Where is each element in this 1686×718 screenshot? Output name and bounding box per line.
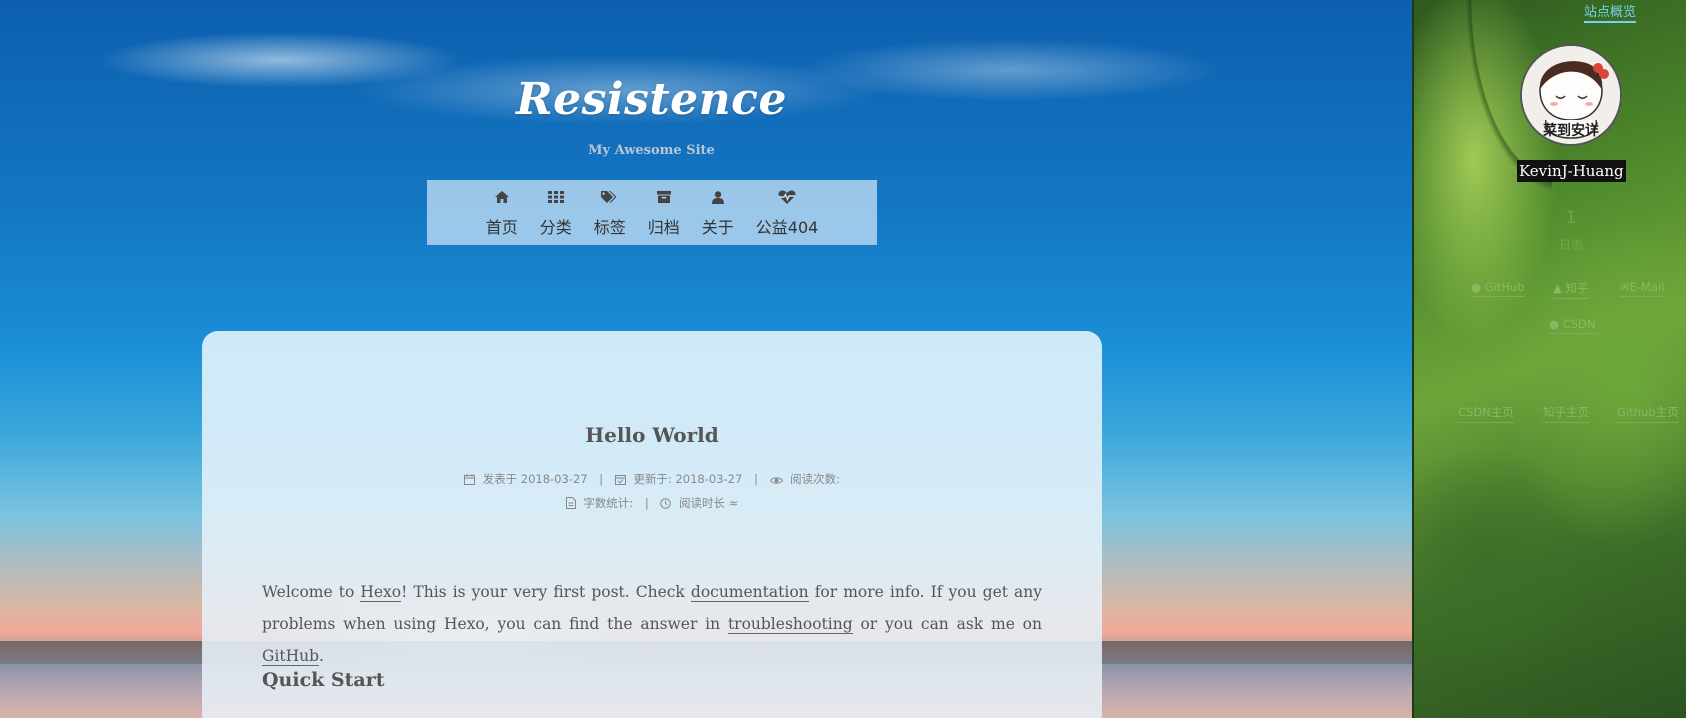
section-heading[interactable]: Quick Start <box>262 669 385 691</box>
user-icon <box>711 186 724 208</box>
menu-item-tags[interactable]: 标签 <box>586 186 634 245</box>
tab-toc[interactable]: 文章目录 <box>1510 1 1562 20</box>
troubleshooting-link[interactable]: troubleshooting <box>727 615 853 634</box>
meta-separator: | <box>753 472 758 486</box>
author-name: KevinJ-Huang <box>1517 160 1626 182</box>
tab-overview[interactable]: 站点概览 <box>1584 1 1637 23</box>
github-social-link[interactable]: ● GitHub <box>1471 280 1525 297</box>
posted-label: 发表于 <box>482 472 518 486</box>
heartbeat-icon <box>778 186 796 208</box>
menu-item-archives[interactable]: 归档 <box>640 186 688 245</box>
posts-label[interactable]: 日志 <box>1556 236 1586 253</box>
blogroll-link-csdn[interactable]: CSDN主页 <box>1458 404 1514 423</box>
blogroll-link-zhihu[interactable]: 知乎主页 <box>1543 404 1589 423</box>
home-icon <box>494 186 509 208</box>
body-text: . <box>319 647 324 665</box>
tags-icon <box>601 186 618 208</box>
archive-icon <box>656 186 671 208</box>
blogroll-link-github[interactable]: Github主页 <box>1617 404 1679 423</box>
file-icon <box>565 496 580 510</box>
calendar-check-icon <box>614 472 630 486</box>
post-meta-secondary: 字数统计: | 阅读时长 ≈ <box>202 495 1102 511</box>
grid-icon <box>547 186 564 208</box>
avatar[interactable]: 菜到安详 <box>1520 44 1622 146</box>
social-label: 知乎 <box>1565 281 1589 295</box>
meta-separator: | <box>599 472 604 486</box>
github-link[interactable]: GitHub <box>262 647 319 666</box>
avatar-caption: 菜到安详 <box>1543 123 1599 139</box>
social-label: GitHub <box>1484 280 1525 294</box>
menu-item-categories[interactable]: 分类 <box>532 186 580 245</box>
post-body: Welcome to Hexo! This is your very first… <box>262 576 1042 672</box>
site-title[interactable]: Resistence <box>0 74 1303 125</box>
menu-label: 标签 <box>593 218 626 237</box>
social-label: E-Mail <box>1629 280 1665 294</box>
menu-item-404[interactable]: 公益404 <box>748 186 827 245</box>
envelope-icon: ✉ <box>1620 280 1630 294</box>
social-label: CSDN <box>1562 317 1596 331</box>
menu-item-home[interactable]: 首页 <box>478 186 526 245</box>
documentation-link[interactable]: documentation <box>690 583 809 602</box>
email-social-link[interactable]: ✉E-Mail <box>1620 280 1665 297</box>
globe-icon: ● <box>1549 317 1560 331</box>
zhihu-social-link[interactable]: ▲ 知乎 <box>1553 280 1589 299</box>
menu-label: 关于 <box>701 218 734 237</box>
body-text: or you can ask me on <box>852 615 1042 633</box>
posts-count[interactable]: 1 <box>1556 208 1586 228</box>
menu-label: 首页 <box>485 218 518 237</box>
menu-label: 分类 <box>539 218 572 237</box>
bell-icon: ▲ <box>1553 281 1562 295</box>
eye-icon <box>769 472 787 486</box>
menu-label: 归档 <box>647 218 680 237</box>
updated-label: 更新于: <box>633 472 672 486</box>
body-text: ! This is your very first post. Check <box>401 583 691 601</box>
csdn-social-link[interactable]: ● CSDN <box>1549 317 1596 334</box>
github-icon: ● <box>1471 280 1482 294</box>
post-meta: 发表于 2018-03-27 | 更新于: 2018-03-27 | 阅读次数: <box>202 471 1102 487</box>
readtime-label: 阅读时长 ≈ <box>679 496 739 510</box>
clock-icon <box>660 496 675 510</box>
post-card: Hello World 发表于 2018-03-27 | 更新于: 2018-0… <box>202 331 1102 718</box>
menu-item-about[interactable]: 关于 <box>694 186 742 245</box>
calendar-icon <box>463 472 479 486</box>
meta-separator: | <box>644 496 649 510</box>
main-menu: 首页 分类 标签 归档 关于 公益404 <box>427 180 877 245</box>
menu-label: 公益404 <box>755 218 819 237</box>
body-text: Welcome to <box>262 583 361 601</box>
views-label: 阅读次数: <box>790 472 841 486</box>
hexo-link[interactable]: Hexo <box>360 583 402 602</box>
site-subtitle: My Awesome Site <box>588 143 715 158</box>
updated-date: 2018-03-27 <box>675 472 743 486</box>
wordcount-label: 字数统计: <box>583 496 634 510</box>
post-title[interactable]: Hello World <box>202 423 1102 447</box>
posted-date: 2018-03-27 <box>520 472 588 486</box>
